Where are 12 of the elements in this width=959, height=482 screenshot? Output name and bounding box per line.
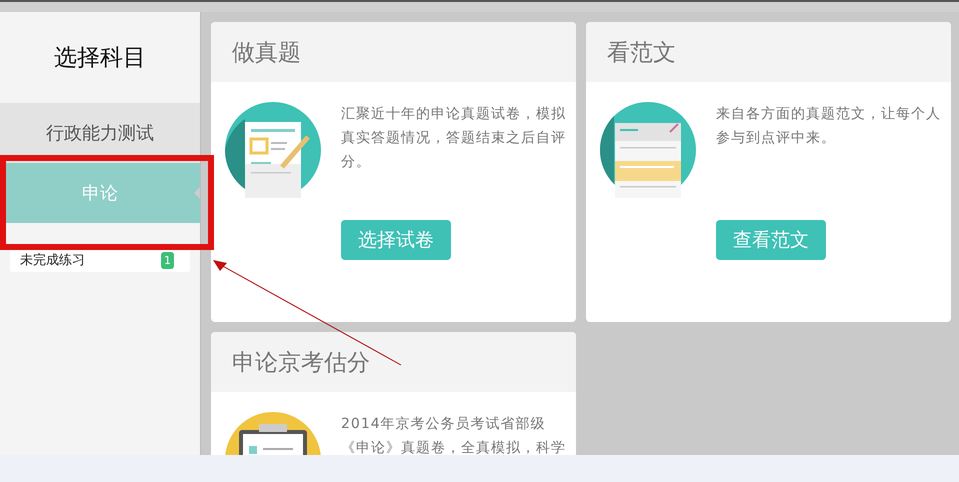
card-description: 汇聚近十年的申论真题试卷，模拟真实答题情况，答题结束之后自评分。 <box>341 105 567 172</box>
pending-practice-item[interactable]: 未完成练习 1 <box>10 248 190 272</box>
sidebar-title: 选择科目 <box>53 44 147 73</box>
card-title: 申论京考估分 <box>211 332 576 392</box>
card-button[interactable]: 查看范文 <box>716 220 826 260</box>
subject-tab[interactable]: 行政能力测试 <box>0 103 200 163</box>
card-button[interactable]: 选择试卷 <box>341 220 451 260</box>
count-badge: 1 <box>161 252 174 268</box>
card-title: 看范文 <box>586 22 951 82</box>
card-description: 来自各方面的真题范文，让每个人参与到点评中来。 <box>716 105 942 148</box>
card-description: 2014年京考公务员考试省部级《申论》真题卷，全真模拟，科学 <box>341 415 567 455</box>
card-title: 做真题 <box>211 22 576 82</box>
